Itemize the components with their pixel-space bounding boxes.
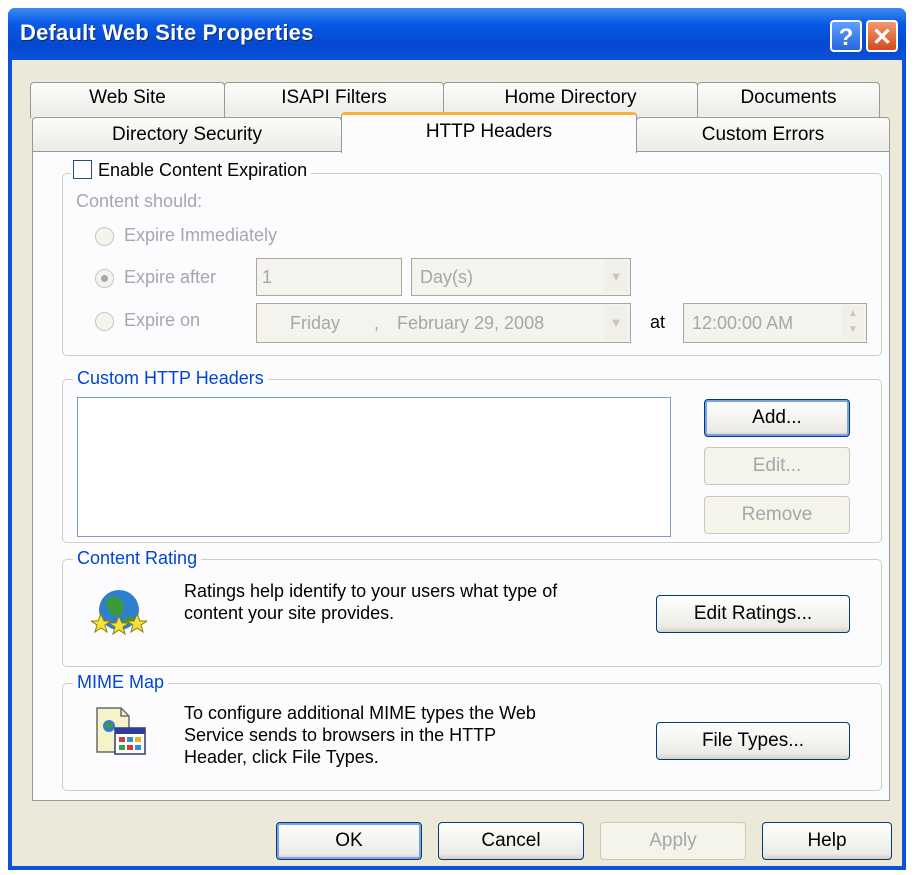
date-weekday: Friday	[290, 313, 341, 333]
expire-time-input[interactable]: 12:00:00 AM ▲ ▼	[683, 303, 867, 343]
expiration-legend: Enable Content Expiration	[71, 160, 312, 181]
chevron-down-icon[interactable]: ▼	[604, 261, 628, 293]
mime-map-text: To configure additional MIME types the W…	[184, 702, 536, 768]
apply-button[interactable]: Apply	[600, 822, 746, 860]
help-button[interactable]: Help	[762, 822, 892, 860]
custom-headers-group: Custom HTTP Headers Add... Edit... Remov…	[62, 368, 882, 543]
window-title: Default Web Site Properties	[20, 20, 314, 45]
file-types-button[interactable]: File Types...	[656, 722, 850, 760]
content-should-label: Content should:	[76, 191, 203, 211]
mime-document-icon	[96, 707, 146, 755]
close-title-button[interactable]: ✕	[866, 20, 898, 52]
mime-map-line-2: Service sends to browsers in the HTTP	[184, 725, 497, 745]
spin-down-icon[interactable]: ▼	[848, 324, 858, 335]
expire-after-unit-value: Day(s)	[420, 267, 473, 287]
expire-immediately-radio[interactable]	[95, 227, 114, 246]
edit-header-button[interactable]: Edit...	[704, 447, 850, 485]
custom-headers-list[interactable]	[77, 397, 671, 537]
expiration-group: Enable Content Expiration Content should…	[62, 160, 882, 356]
tab-directory-security[interactable]: Directory Security	[32, 117, 342, 152]
title-bar[interactable]: Default Web Site Properties ? ✕	[8, 8, 906, 60]
expire-after-label[interactable]: Expire after	[124, 267, 216, 288]
ok-button[interactable]: OK	[276, 822, 422, 860]
mime-map-line-1: To configure additional MIME types the W…	[184, 703, 536, 723]
help-title-button[interactable]: ?	[830, 20, 862, 52]
remove-header-button[interactable]: Remove	[704, 496, 850, 534]
content-rating-text: Ratings help identify to your users what…	[184, 580, 557, 624]
enable-expiration-label[interactable]: Enable Content Expiration	[98, 160, 307, 180]
tab-custom-errors[interactable]: Custom Errors	[636, 117, 890, 152]
cancel-button[interactable]: Cancel	[438, 822, 584, 860]
expire-immediately-label[interactable]: Expire Immediately	[124, 225, 277, 246]
content-rating-line-1: Ratings help identify to your users what…	[184, 581, 558, 601]
date-separator: ,	[374, 313, 380, 333]
time-spinner[interactable]: ▲ ▼	[842, 306, 864, 340]
mime-map-legend: MIME Map	[73, 672, 169, 693]
add-header-button[interactable]: Add...	[704, 399, 850, 437]
tab-http-headers[interactable]: HTTP Headers	[341, 112, 637, 153]
expire-after-radio[interactable]	[95, 269, 114, 288]
edit-ratings-button[interactable]: Edit Ratings...	[656, 595, 850, 633]
dialog-client: Web Site ISAPI Filters Home Directory Do…	[12, 60, 902, 866]
tab-web-site[interactable]: Web Site	[30, 82, 225, 118]
expire-on-radio[interactable]	[95, 312, 114, 331]
enable-expiration-checkbox[interactable]	[73, 160, 92, 179]
expire-on-label[interactable]: Expire on	[124, 310, 200, 331]
chevron-down-icon[interactable]: ▼	[604, 306, 628, 340]
date-value: February 29, 2008	[397, 313, 545, 333]
content-rating-line-2: content your site provides.	[184, 603, 395, 623]
mime-map-line-3: Header, click File Types.	[184, 747, 379, 767]
spin-up-icon[interactable]: ▲	[848, 308, 858, 319]
ratings-globe-icon	[91, 590, 147, 636]
http-headers-panel: Enable Content Expiration Content should…	[32, 151, 890, 801]
content-rating-legend: Content Rating	[73, 548, 202, 569]
expire-on-date-picker[interactable]: Friday , February 29, 2008 ▼	[256, 303, 631, 343]
dialog-window: Default Web Site Properties ? ✕ Web Site…	[8, 8, 906, 870]
custom-headers-legend: Custom HTTP Headers	[73, 368, 268, 389]
time-value: 12:00:00 AM	[692, 313, 794, 333]
tab-documents[interactable]: Documents	[697, 82, 880, 118]
mime-map-group: MIME Map To configure additional MIME ty…	[62, 672, 882, 791]
expire-after-unit-select[interactable]: Day(s) ▼	[411, 258, 631, 296]
expire-after-value-input[interactable]: 1	[256, 258, 402, 296]
at-label: at	[650, 312, 666, 332]
content-rating-group: Content Rating Ratings help identify to …	[62, 548, 882, 667]
